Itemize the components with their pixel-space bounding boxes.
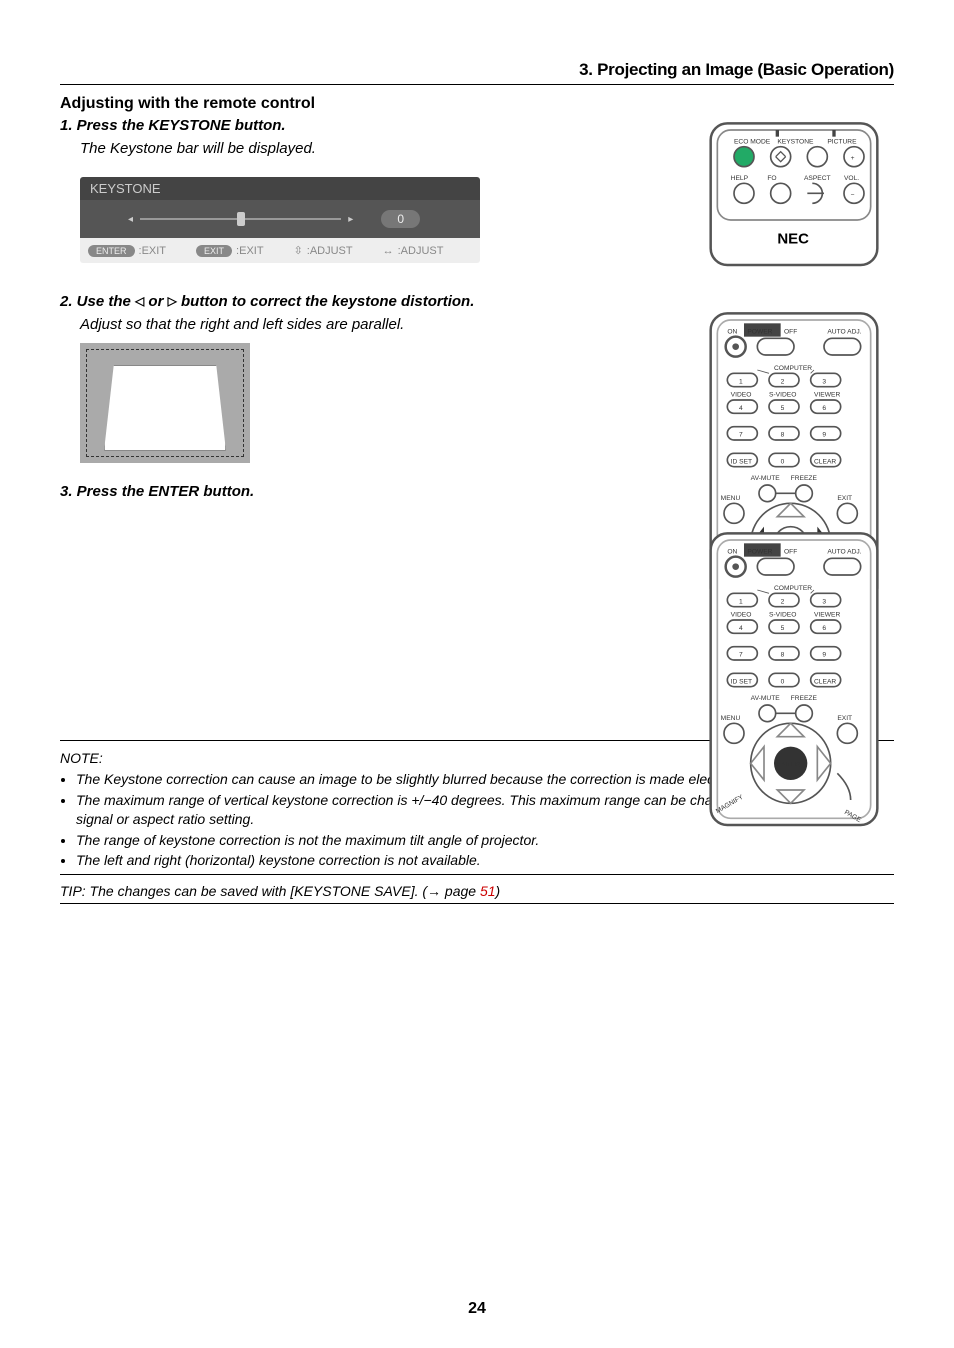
keystone-value: 0 bbox=[381, 210, 420, 228]
svg-text:AV-MUTE: AV-MUTE bbox=[751, 695, 781, 702]
svg-text:1: 1 bbox=[739, 378, 743, 385]
svg-text:EXIT: EXIT bbox=[837, 495, 852, 502]
svg-text:COMPUTER: COMPUTER bbox=[774, 585, 812, 592]
trapezoid-figure bbox=[80, 343, 250, 463]
svg-text:CLEAR: CLEAR bbox=[814, 458, 836, 465]
svg-text:ASPECT: ASPECT bbox=[804, 175, 831, 182]
svg-text:NEC: NEC bbox=[777, 230, 809, 247]
svg-text:FREEZE: FREEZE bbox=[791, 695, 818, 702]
svg-text:COMPUTER: COMPUTER bbox=[774, 365, 812, 372]
svg-text:VIEWER: VIEWER bbox=[814, 392, 840, 399]
section-title: Adjusting with the remote control bbox=[60, 95, 894, 113]
svg-text:S-VIDEO: S-VIDEO bbox=[769, 392, 796, 399]
svg-text:3: 3 bbox=[822, 378, 826, 385]
svg-text:8: 8 bbox=[781, 652, 785, 659]
keystone-bar-title: KEYSTONE bbox=[80, 177, 480, 200]
footer-exit: EXIT :EXIT bbox=[196, 244, 264, 257]
footer-adjust-v: ⇳ :ADJUST bbox=[294, 244, 353, 257]
note-item: The left and right (horizontal) keystone… bbox=[76, 851, 894, 870]
svg-text:PICTURE: PICTURE bbox=[827, 138, 857, 145]
svg-text:ECO MODE: ECO MODE bbox=[734, 138, 771, 145]
svg-text:FREEZE: FREEZE bbox=[791, 475, 818, 482]
svg-text:ID SET: ID SET bbox=[731, 458, 752, 465]
svg-text:CLEAR: CLEAR bbox=[814, 678, 836, 685]
svg-text:7: 7 bbox=[739, 652, 743, 659]
svg-text:2: 2 bbox=[781, 598, 785, 605]
svg-text:2: 2 bbox=[781, 378, 785, 385]
svg-text:HELP: HELP bbox=[731, 175, 749, 182]
left-triangle-icon: ◁ bbox=[135, 294, 144, 308]
chapter-title: 3. Projecting an Image (Basic Operation) bbox=[60, 60, 894, 85]
svg-text:MENU: MENU bbox=[721, 495, 741, 502]
page-number: 24 bbox=[0, 1300, 954, 1318]
svg-text:3: 3 bbox=[822, 598, 826, 605]
svg-text:ENTER: ENTER bbox=[777, 762, 800, 769]
svg-text:4: 4 bbox=[739, 405, 743, 412]
svg-text:9: 9 bbox=[822, 432, 826, 439]
svg-text:FO: FO bbox=[767, 175, 776, 182]
svg-text:7: 7 bbox=[739, 432, 743, 439]
svg-text:VIDEO: VIDEO bbox=[731, 392, 752, 399]
note-separator-bottom bbox=[60, 874, 894, 875]
svg-text:1: 1 bbox=[739, 598, 743, 605]
svg-text:5: 5 bbox=[781, 625, 785, 632]
tip-page-ref: 51 bbox=[480, 883, 496, 899]
leftright-icon: ↔ bbox=[383, 245, 394, 257]
footer-adjust-h: ↔ :ADJUST bbox=[383, 244, 444, 257]
svg-text:KEYSTONE: KEYSTONE bbox=[777, 138, 814, 145]
svg-text:AUTO ADJ.: AUTO ADJ. bbox=[827, 548, 861, 555]
keystone-bar-figure: KEYSTONE 0 ENTER :EXIT EXIT :EXIT ⇳ :ADJ… bbox=[80, 177, 480, 263]
remote-top-figure: ECO MODE KEYSTONE PICTURE + HELP FO ASPE… bbox=[694, 120, 894, 292]
svg-text:AV-MUTE: AV-MUTE bbox=[751, 475, 781, 482]
svg-text:OFF: OFF bbox=[784, 548, 797, 555]
step-2-heading: 2. Use the ◁ or ▷ button to correct the … bbox=[60, 293, 894, 310]
svg-text:ON: ON bbox=[727, 548, 737, 555]
svg-text:9: 9 bbox=[822, 652, 826, 659]
svg-text:0: 0 bbox=[781, 678, 785, 685]
svg-text:POWER: POWER bbox=[747, 328, 772, 335]
svg-text:4: 4 bbox=[739, 625, 743, 632]
svg-text:ID SET: ID SET bbox=[731, 678, 752, 685]
svg-text:EXIT: EXIT bbox=[837, 715, 852, 722]
svg-text:AUTO ADJ.: AUTO ADJ. bbox=[827, 328, 861, 335]
svg-text:POWER: POWER bbox=[747, 548, 772, 555]
svg-text:VOL.: VOL. bbox=[844, 175, 859, 182]
remote-bot-figure: ON POWER OFF AUTO ADJ. COMPUTER 1 2 3 VI… bbox=[694, 530, 894, 835]
svg-text:OFF: OFF bbox=[784, 328, 797, 335]
svg-text:6: 6 bbox=[822, 625, 826, 632]
svg-text:S-VIDEO: S-VIDEO bbox=[769, 612, 796, 619]
right-triangle-icon: ▷ bbox=[168, 294, 177, 308]
svg-text:VIEWER: VIEWER bbox=[814, 612, 840, 619]
updown-icon: ⇳ bbox=[294, 244, 303, 257]
footer-enter: ENTER :EXIT bbox=[88, 244, 166, 257]
svg-text:6: 6 bbox=[822, 405, 826, 412]
svg-text:MENU: MENU bbox=[721, 715, 741, 722]
svg-text:8: 8 bbox=[781, 432, 785, 439]
keystone-slider-handle bbox=[237, 212, 245, 226]
svg-text:0: 0 bbox=[781, 458, 785, 465]
tip-line: TIP: The changes can be saved with [KEYS… bbox=[60, 883, 894, 904]
svg-text:5: 5 bbox=[781, 405, 785, 412]
keystone-slider bbox=[140, 218, 341, 220]
svg-text:+: + bbox=[851, 155, 855, 162]
svg-text:ON: ON bbox=[727, 328, 737, 335]
svg-text:−: − bbox=[851, 192, 855, 199]
svg-text:VIDEO: VIDEO bbox=[731, 612, 752, 619]
